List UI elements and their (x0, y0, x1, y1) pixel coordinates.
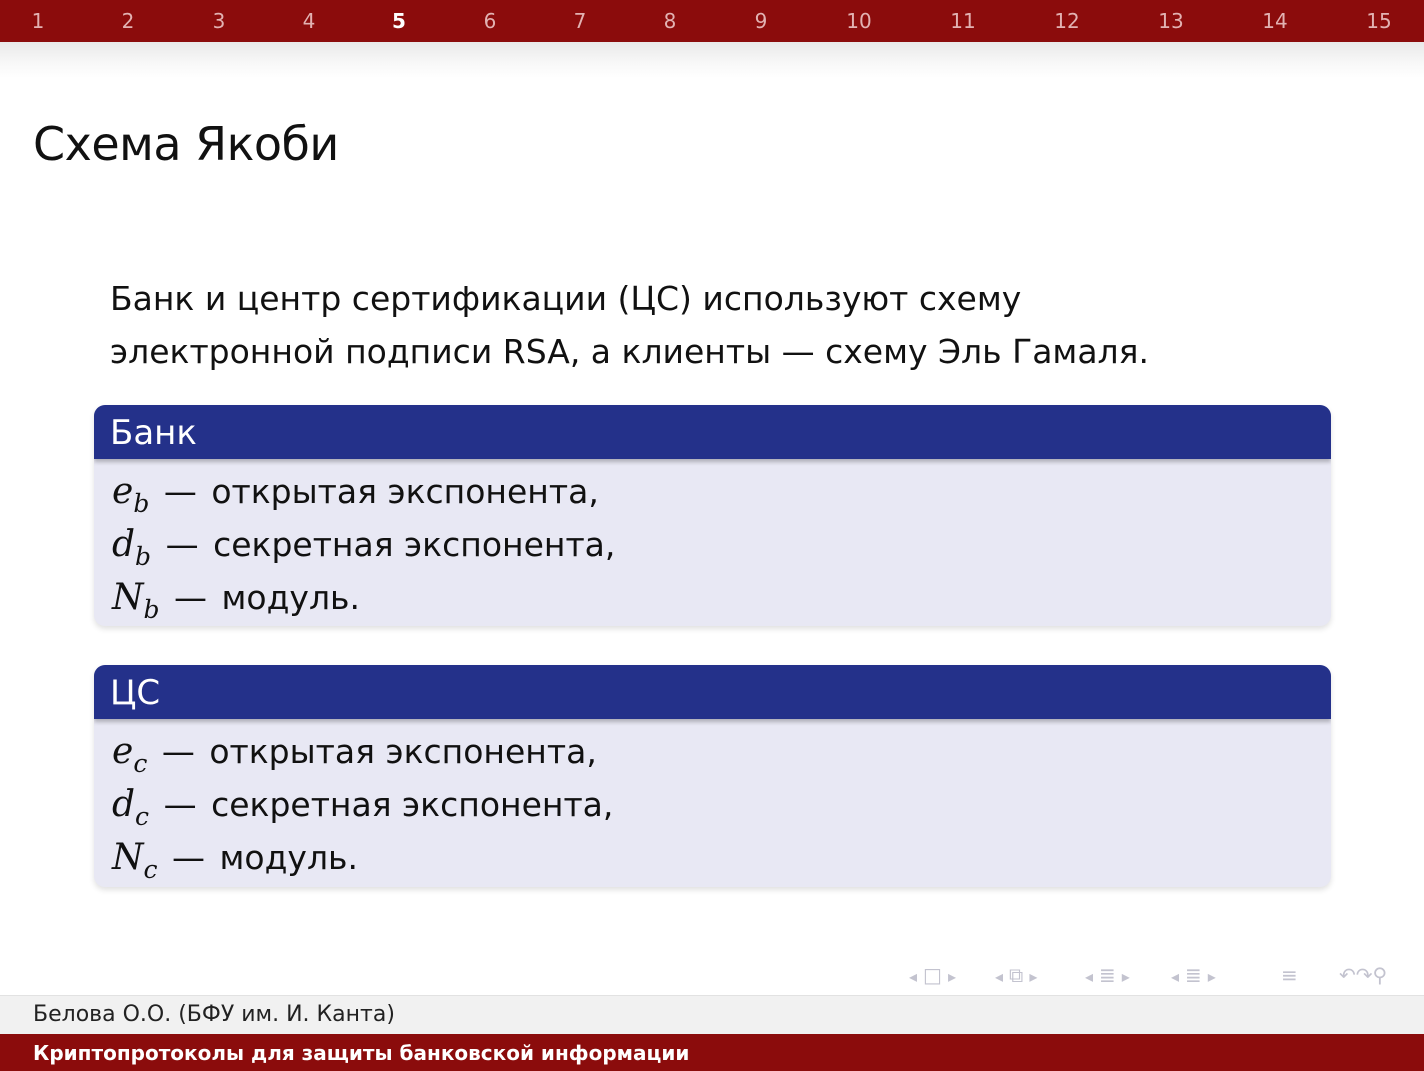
nav-section-prev-icon[interactable]: ◂ (1085, 965, 1093, 989)
nav-subsection-icon[interactable]: ⧉ (1009, 963, 1023, 987)
nav-subsection-prev-icon[interactable]: ◂ (995, 965, 1003, 989)
block-bank-title: Банк (94, 405, 1331, 459)
nav-page-12[interactable]: 12 (1045, 8, 1089, 34)
nav-back-forward-search-icon[interactable]: ↶↷⚲ (1339, 963, 1387, 987)
intro-line-1: Банк и центр сертификации (ЦС) использую… (110, 279, 1022, 318)
nav-section-group-2: ◂ ≣ ▸ (1168, 963, 1219, 987)
row-description: открытая экспонента, (209, 732, 597, 771)
nav-page-2[interactable]: 2 (106, 8, 150, 34)
row-description: открытая экспонента, (211, 472, 599, 511)
frame-title: Схема Якоби (33, 117, 339, 171)
bank-row-secret-exponent: db — секретная экспонента, (112, 524, 616, 571)
nav-page-15[interactable]: 15 (1357, 8, 1401, 34)
navigation-bar-shadow (0, 42, 1424, 78)
ca-row-secret-exponent: dc — секретная экспонента, (112, 784, 614, 831)
row-description: секретная экспонента, (211, 785, 614, 824)
intro-paragraph: Банк и центр сертификации (ЦС) использую… (110, 272, 1350, 378)
row-description: секретная экспонента, (213, 525, 616, 564)
nav-page-5-current[interactable]: 5 (377, 8, 421, 34)
nav-page-14[interactable]: 14 (1253, 8, 1297, 34)
nav-frame-group: ◂ □ ▸ (906, 963, 959, 987)
nav-frame-prev-icon[interactable]: ◂ (909, 965, 917, 989)
footer-author-bar: Белова О.О. (БФУ им. И. Канта) (0, 995, 1424, 1034)
slide-navigation-bar: 1 2 3 4 5 6 7 8 9 10 11 12 13 14 15 (0, 0, 1424, 42)
footer-title: Криптопротоколы для защиты банковской ин… (33, 1041, 690, 1065)
nav-page-7[interactable]: 7 (558, 8, 602, 34)
bank-row-modulus: Nb — модуль. (112, 577, 360, 624)
block-ca-body: ec — открытая экспонента, dc — секретная… (94, 719, 1331, 884)
nav-page-4[interactable]: 4 (287, 8, 331, 34)
block-ca: ЦС ec — открытая экспонента, dc — секрет… (94, 665, 1331, 887)
nav-page-1[interactable]: 1 (16, 8, 60, 34)
row-description: модуль. (221, 578, 360, 617)
footer-author: Белова О.О. (БФУ им. И. Канта) (33, 1002, 395, 1027)
bank-row-public-exponent: eb — открытая экспонента, (112, 471, 599, 518)
nav-page-6[interactable]: 6 (468, 8, 512, 34)
symbol-e: ec (112, 731, 148, 778)
nav-frame-icon[interactable]: □ (923, 963, 942, 987)
nav-section2-icon[interactable]: ≣ (1185, 963, 1202, 987)
nav-section-group: ◂ ≣ ▸ (1082, 963, 1133, 987)
nav-frame-next-icon[interactable]: ▸ (948, 965, 956, 989)
nav-page-8[interactable]: 8 (648, 8, 692, 34)
nav-page-10[interactable]: 10 (837, 8, 881, 34)
ca-row-public-exponent: ec — открытая экспонента, (112, 731, 597, 778)
nav-page-9[interactable]: 9 (739, 8, 783, 34)
symbol-e: eb (112, 471, 150, 518)
nav-document-icon[interactable]: ≡ (1281, 963, 1298, 987)
intro-line-2: электронной подписи RSA, а клиенты — схе… (110, 332, 1149, 371)
symbol-d: db (112, 524, 152, 571)
symbol-n: Nc (112, 837, 158, 884)
nav-document-group: ≡ (1278, 963, 1301, 987)
nav-subsection-group: ◂ ⧉ ▸ (992, 963, 1040, 987)
footer-title-bar: Криптопротоколы для защиты банковской ин… (0, 1034, 1424, 1071)
nav-page-13[interactable]: 13 (1149, 8, 1193, 34)
block-bank-body: eb — открытая экспонента, db — секретная… (94, 459, 1331, 624)
block-bank: Банк eb — открытая экспонента, db — секр… (94, 405, 1331, 626)
nav-subsection-next-icon[interactable]: ▸ (1029, 965, 1037, 989)
nav-section-icon[interactable]: ≣ (1099, 963, 1116, 987)
nav-section2-next-icon[interactable]: ▸ (1208, 965, 1216, 989)
symbol-d: dc (112, 784, 150, 831)
block-ca-title: ЦС (94, 665, 1331, 719)
ca-row-modulus: Nc — модуль. (112, 837, 358, 884)
symbol-n: Nb (112, 577, 160, 624)
nav-page-11[interactable]: 11 (941, 8, 985, 34)
nav-section-next-icon[interactable]: ▸ (1122, 965, 1130, 989)
row-description: модуль. (219, 838, 358, 877)
nav-section2-prev-icon[interactable]: ◂ (1171, 965, 1179, 989)
nav-search-group: ↶↷⚲ (1336, 963, 1390, 987)
nav-page-3[interactable]: 3 (197, 8, 241, 34)
